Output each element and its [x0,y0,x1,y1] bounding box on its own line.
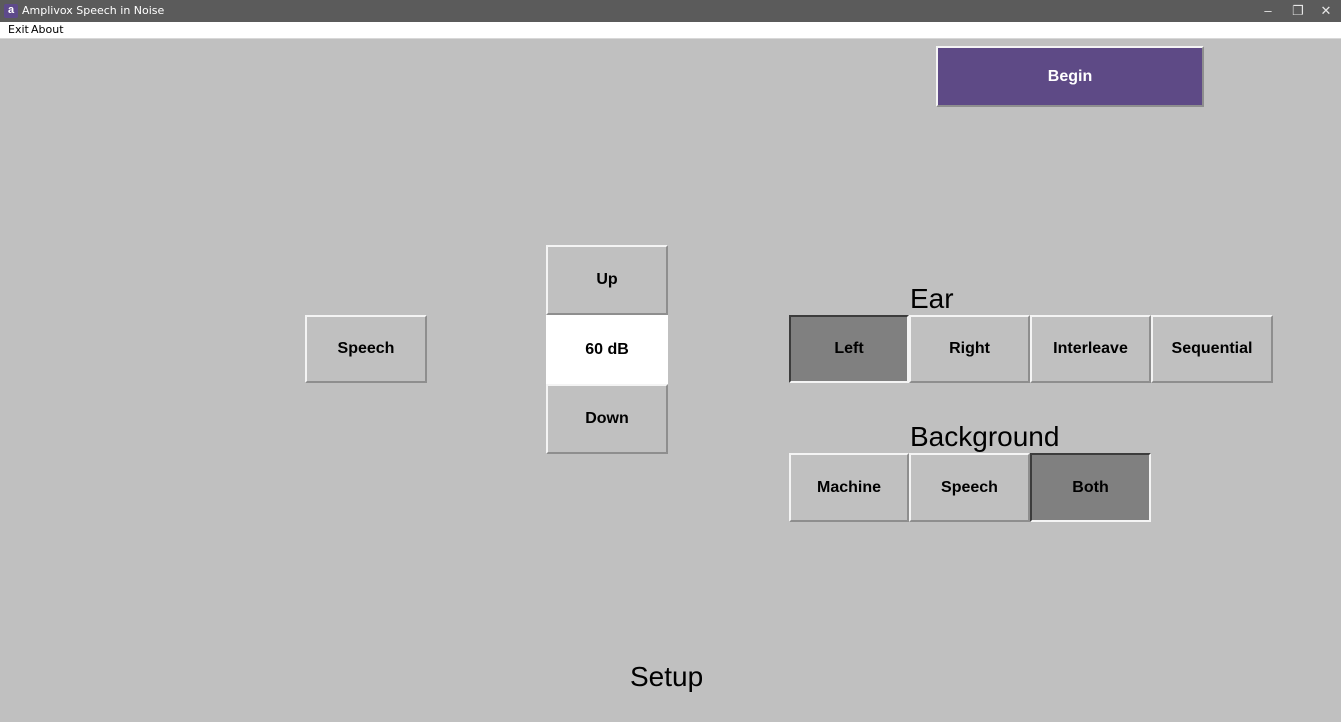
title-bar[interactable]: a Amplivox Speech in Noise – ❐ ✕ [0,0,1341,22]
ear-interleave-button[interactable]: Interleave [1030,315,1151,383]
menu-item-about[interactable]: About [31,23,64,37]
close-icon[interactable]: ✕ [1311,0,1341,22]
level-up-button[interactable]: Up [546,245,668,315]
minimize-icon[interactable]: – [1253,0,1283,22]
setup-panel: Begin Speech Up 60 dB Down Ear Left Righ… [6,39,1334,722]
level-down-button[interactable]: Down [546,384,668,454]
background-machine-button[interactable]: Machine [789,453,909,522]
ear-right-button[interactable]: Right [909,315,1030,383]
background-speech-button[interactable]: Speech [909,453,1030,522]
app-logo-icon: a [4,4,18,18]
menu-item-exit[interactable]: Exit [8,23,29,37]
level-display: 60 dB [546,315,668,384]
window-title: Amplivox Speech in Noise [22,4,165,17]
ear-sequential-button[interactable]: Sequential [1151,315,1273,383]
ear-heading: Ear [910,283,954,314]
begin-button[interactable]: Begin [936,46,1204,107]
maximize-icon[interactable]: ❐ [1283,0,1313,22]
background-heading: Background [910,421,1060,452]
background-both-button[interactable]: Both [1030,453,1151,522]
menu-bar: Exit About [0,22,1341,39]
speech-mode-button[interactable]: Speech [305,315,427,383]
ear-left-button[interactable]: Left [789,315,909,383]
screen-title: Setup [630,661,704,692]
